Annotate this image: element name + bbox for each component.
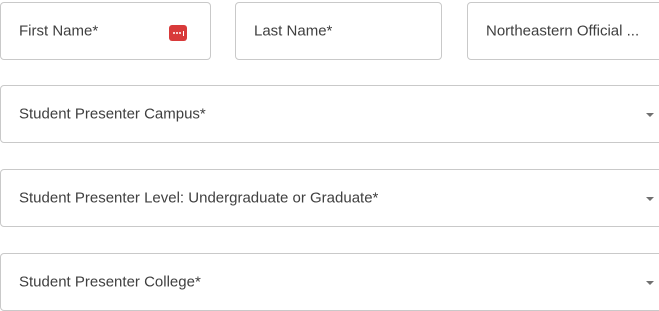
level-select[interactable]: Student Presenter Level: Undergraduate o… (0, 169, 659, 227)
chevron-down-icon (646, 113, 654, 117)
password-manager-icon[interactable] (169, 25, 187, 41)
chevron-down-icon (646, 197, 654, 201)
first-name-placeholder: First Name* (19, 22, 99, 40)
first-name-field[interactable]: First Name* (0, 2, 211, 60)
college-select-placeholder: Student Presenter College* (19, 273, 201, 291)
chevron-down-icon (646, 281, 654, 285)
campus-select[interactable]: Student Presenter Campus* (0, 85, 659, 143)
official-email-placeholder: Northeastern Official ... (486, 22, 640, 40)
official-email-field[interactable]: Northeastern Official ... (467, 2, 659, 60)
level-select-placeholder: Student Presenter Level: Undergraduate o… (19, 189, 379, 207)
last-name-placeholder: Last Name* (254, 22, 333, 40)
college-select[interactable]: Student Presenter College* (0, 253, 659, 311)
campus-select-placeholder: Student Presenter Campus* (19, 105, 206, 123)
last-name-field[interactable]: Last Name* (235, 2, 442, 60)
